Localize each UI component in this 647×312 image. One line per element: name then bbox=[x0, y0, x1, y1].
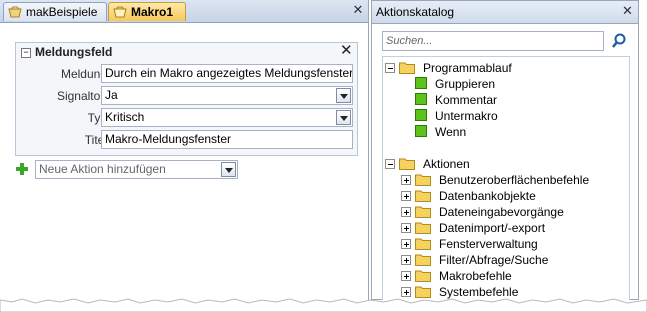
folder-icon bbox=[399, 158, 415, 170]
add-action-combobox[interactable]: Neue Aktion hinzufügen bbox=[35, 160, 238, 179]
folder-icon bbox=[415, 222, 431, 234]
typ-select[interactable]: Kritisch bbox=[101, 108, 353, 127]
tree-item-label: Datenimport/-export bbox=[439, 221, 546, 235]
meldung-input[interactable]: Durch ein Makro angezeigtes Meldungsfens… bbox=[101, 64, 353, 83]
tree-item-label: Datenbankobjekte bbox=[439, 189, 536, 203]
action-block-header: − Meldungsfeld ✕ bbox=[16, 43, 357, 61]
expand-icon[interactable] bbox=[401, 207, 411, 217]
untermakro-icon bbox=[415, 109, 427, 121]
signalton-select[interactable]: Ja bbox=[101, 86, 353, 105]
tree-item-label: Makrobefehle bbox=[439, 269, 512, 283]
collapse-icon[interactable] bbox=[385, 159, 395, 169]
expand-icon[interactable] bbox=[401, 191, 411, 201]
folder-icon bbox=[415, 254, 431, 266]
tree-item-label: Benutzeroberflächenbefehle bbox=[439, 173, 590, 187]
catalog-header: Aktionskatalog ✕ bbox=[372, 1, 638, 24]
gruppieren-icon bbox=[415, 77, 427, 89]
tree-item-label: Kommentar bbox=[435, 93, 498, 107]
tab-label: makBeispiele bbox=[26, 5, 98, 19]
tree-item-label: Filter/Abfrage/Suche bbox=[439, 253, 549, 267]
tab-label: Makro1 bbox=[131, 5, 174, 19]
tab-makro1[interactable]: Makro1 bbox=[108, 2, 186, 21]
argument-row-signalton: Signalton Ja bbox=[16, 86, 357, 106]
catalog-tree: Programmablauf Gruppieren Kommentar Unte… bbox=[382, 56, 630, 300]
tab-makbeispiele[interactable]: makBeispiele bbox=[3, 2, 107, 21]
search-icon[interactable] bbox=[610, 32, 628, 50]
expand-icon[interactable] bbox=[401, 255, 411, 265]
kommentar-icon bbox=[415, 93, 427, 105]
expand-icon[interactable] bbox=[401, 271, 411, 281]
chevron-down-icon[interactable] bbox=[336, 110, 351, 125]
tree-group-label: Programmablauf bbox=[423, 61, 512, 75]
folder-icon bbox=[415, 238, 431, 250]
macro-icon bbox=[113, 6, 127, 18]
expand-icon[interactable] bbox=[401, 239, 411, 249]
tree-item-label: Gruppieren bbox=[435, 77, 496, 91]
plus-icon bbox=[15, 162, 29, 176]
close-icon[interactable]: ✕ bbox=[622, 4, 633, 18]
select-value: Kritisch bbox=[105, 110, 145, 124]
folder-icon bbox=[415, 174, 431, 186]
argument-row-titel: Titel Makro-Meldungsfenster bbox=[16, 130, 357, 150]
select-value: Ja bbox=[105, 88, 118, 102]
argument-label: Signalton bbox=[56, 89, 107, 103]
collapse-icon[interactable]: − bbox=[21, 48, 31, 58]
collapse-icon[interactable] bbox=[385, 63, 395, 73]
action-block-title: Meldungsfeld bbox=[35, 45, 113, 59]
action-block-meldungsfeld[interactable]: − Meldungsfeld ✕ Meldung Durch ein Makro… bbox=[15, 42, 358, 156]
tree-item-label: Fensterverwaltung bbox=[439, 237, 538, 251]
wenn-icon bbox=[415, 125, 427, 137]
folder-icon bbox=[415, 270, 431, 282]
expand-icon[interactable] bbox=[401, 223, 411, 233]
argument-row-meldung: Meldung Durch ein Makro angezeigtes Meld… bbox=[16, 64, 357, 84]
torn-edge-decoration bbox=[0, 298, 647, 312]
document-tab-bar: makBeispiele Makro1 ✕ bbox=[0, 0, 368, 23]
tree-item-label: Dateneingabevorgänge bbox=[439, 205, 564, 219]
chevron-down-icon[interactable] bbox=[336, 88, 351, 103]
delete-action-icon[interactable]: ✕ bbox=[340, 43, 353, 59]
titel-input[interactable]: Makro-Meldungsfenster bbox=[101, 130, 353, 149]
action-catalog-pane: Aktionskatalog ✕ Suchen... Programmablau… bbox=[371, 0, 639, 300]
add-action-row: Neue Aktion hinzufügen bbox=[15, 160, 255, 180]
catalog-title: Aktionskatalog bbox=[376, 5, 455, 19]
folder-icon bbox=[399, 62, 415, 74]
tree-item-label: Untermakro bbox=[435, 109, 498, 123]
expand-icon[interactable] bbox=[401, 175, 411, 185]
folder-icon bbox=[415, 206, 431, 218]
macro-icon bbox=[8, 6, 22, 18]
catalog-search-input[interactable]: Suchen... bbox=[382, 31, 604, 51]
argument-row-typ: Typ Kritisch bbox=[16, 108, 357, 128]
add-action-placeholder: Neue Aktion hinzufügen bbox=[39, 162, 166, 176]
macro-designer: makBeispiele Makro1 ✕ − Meldungsfeld ✕ M… bbox=[0, 0, 369, 300]
folder-icon bbox=[415, 190, 431, 202]
chevron-down-icon[interactable] bbox=[221, 162, 236, 177]
tree-item-label: Wenn bbox=[435, 125, 467, 139]
tree-group-label: Aktionen bbox=[423, 157, 470, 171]
close-icon[interactable]: ✕ bbox=[351, 3, 365, 17]
